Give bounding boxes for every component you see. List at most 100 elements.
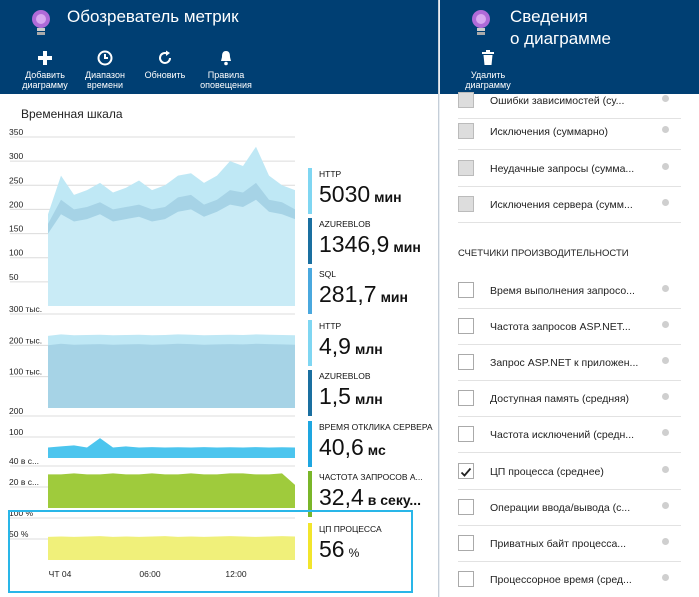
counter-item[interactable]: Доступная память (средняя) [458,386,699,410]
add-chart-button[interactable]: Добавить диаграмму [15,50,75,90]
counter-label: Ошибки зависимостей (су... [490,95,625,107]
info-icon[interactable] [662,285,669,292]
counter-item[interactable]: Запрос ASP.NET к приложен... [458,350,699,374]
counter-checkbox[interactable] [458,354,474,371]
y-tick-label: 350 [9,127,23,137]
counter-label: Частота запросов ASP.NET... [490,321,631,334]
section-title-performance-counters: СЧЕТЧИКИ ПРОИЗВОДИТЕЛЬНОСТИ [458,248,629,259]
alert-rules-button[interactable]: Правила оповещения [196,50,256,90]
legend-number: 5030 [319,181,371,207]
info-icon[interactable] [662,501,669,509]
info-icon[interactable] [662,321,669,329]
legend-item[interactable]: ВРЕМЯ ОТКЛИКА СЕРВЕРА 40,6 мс [308,421,436,467]
counter-checkbox[interactable] [458,570,474,587]
info-icon[interactable] [662,126,669,133]
counter-label: Время выполнения запросо... [490,285,635,297]
legend-name: ВРЕМЯ ОТКЛИКА СЕРВЕРА [319,422,433,432]
selected-chart-frame[interactable] [8,510,413,593]
lightbulb-icon [472,10,490,35]
legend-unit: мс [367,442,386,458]
counter-checkbox[interactable] [458,318,474,335]
counter-checkbox[interactable] [458,390,474,407]
delete-chart-button[interactable]: Удалить диаграмму [458,50,518,90]
counter-checkbox[interactable] [458,123,474,139]
time-range-label: Диапазон времени [85,70,125,90]
counter-label: Запрос ASP.NET к приложен... [490,357,639,370]
counter-item[interactable]: Частота запросов ASP.NET... [458,314,699,338]
counter-item[interactable]: Приватных байт процесса... [458,531,699,555]
chart-details-blade: Сведения о диаграмме Удалить диаграмму С… [440,0,699,597]
legend-color-bar [308,370,312,416]
legend-value: 5030 мин [319,181,402,208]
counter-item[interactable]: Исключения (суммарно) [458,119,699,143]
counter-label: Частота исключений (средн... [490,429,635,442]
series-area-1-1 [48,343,295,408]
counter-checkbox[interactable] [458,92,474,108]
metrics-explorer-header: Обозреватель метрик Добавить диаграмму Д… [0,0,438,94]
counter-item[interactable]: ЦП процесса (среднее) [458,459,699,483]
charts-area: Временная шкала 350 300 250 200 150 100 50 300 … [0,94,438,597]
y-tick-label: 250 [9,175,23,185]
info-icon[interactable] [662,537,669,545]
counter-item[interactable]: Неудачные запросы (сумма... [458,156,699,180]
legend-number: 1346,9 [319,231,390,257]
metrics-explorer-blade: Обозреватель метрик Добавить диаграмму Д… [0,0,439,597]
series-area-2-0 [48,438,295,458]
legend-color-bar [308,218,312,264]
counter-item[interactable]: Операции ввода/вывода (с... [458,495,699,519]
info-icon[interactable] [662,393,669,401]
legend-item[interactable]: HTTP 4,9 млн [308,320,436,366]
y-tick-label: 300 тыс. [9,304,42,314]
legend-item[interactable]: SQL 281,7 мин [308,268,436,314]
y-tick-label: 40 в с... [9,456,39,466]
counter-item[interactable]: Ошибки зависимостей (су... [458,88,699,112]
counter-checkbox[interactable] [458,498,474,515]
legend-number: 1,5 [319,383,351,409]
legend-item[interactable]: AZUREBLOB 1,5 млн [308,370,436,416]
counter-item[interactable]: Исключения сервера (сумм... [458,192,699,216]
legend-color-bar [308,320,312,366]
counter-label: Операции ввода/вывода (с... [490,501,631,514]
refresh-button[interactable]: Обновить [135,50,195,80]
legend-name: SQL [319,269,337,279]
info-icon[interactable] [662,465,669,473]
divider [458,222,681,223]
info-icon[interactable] [662,163,669,170]
time-range-button[interactable]: Диапазон времени [75,50,135,90]
timeline-title: Временная шкала [21,107,123,121]
counter-item[interactable]: Время выполнения запросо... [458,278,699,302]
counter-checkbox[interactable] [458,534,474,551]
counter-checkbox[interactable] [458,160,474,176]
info-icon[interactable] [662,357,669,365]
legend-number: 281,7 [319,281,377,307]
legend-item[interactable]: HTTP 5030 мин [308,168,436,214]
legend-item[interactable]: AZUREBLOB 1346,9 мин [308,218,436,264]
legend-unit: мин [374,189,402,205]
info-icon[interactable] [662,573,669,581]
info-icon[interactable] [662,95,669,102]
legend-color-bar [308,268,312,314]
counter-item[interactable]: Частота исключений (средн... [458,422,699,446]
divider [458,488,681,490]
legend-number: 4,9 [319,333,351,359]
y-tick-label: 100 тыс. [9,367,42,377]
legend-color-bar [308,168,312,214]
info-icon[interactable] [662,429,669,437]
legend-number: 32,4 [319,484,364,510]
refresh-icon [159,50,171,64]
info-icon[interactable] [662,199,669,206]
legend-unit: мин [380,289,408,305]
legend-name: ЧАСТОТА ЗАПРОСОВ A... [319,472,423,482]
counter-checkbox[interactable] [458,462,474,479]
page-title: Обозреватель метрик [67,7,239,26]
counter-item[interactable]: Процессорное время (сред... [458,567,699,591]
y-tick-label: 100 [9,427,23,437]
y-tick-label: 150 [9,224,23,234]
plus-icon [38,51,52,65]
counter-checkbox[interactable] [458,426,474,443]
counter-checkbox[interactable] [458,282,474,298]
legend-name: AZUREBLOB [319,219,371,229]
counter-label: ЦП процесса (среднее) [490,465,604,478]
counter-checkbox[interactable] [458,196,474,212]
legend-value: 1346,9 мин [319,231,421,258]
